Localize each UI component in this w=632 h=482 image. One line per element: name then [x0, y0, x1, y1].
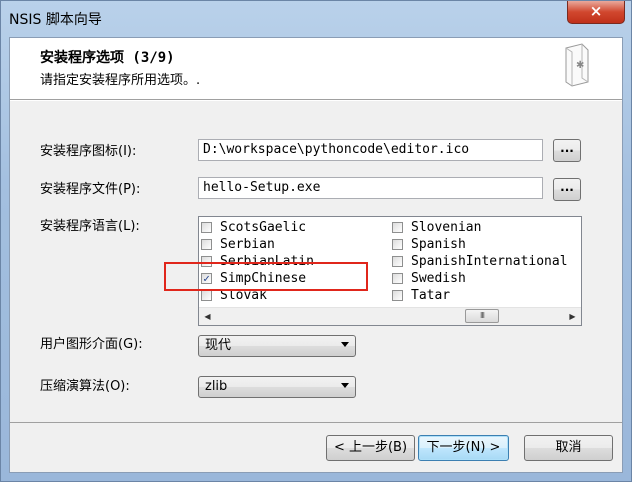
back-button[interactable]: < 上一步(B) — [326, 435, 415, 461]
cancel-button[interactable]: 取消 — [524, 435, 613, 461]
scroll-right-icon[interactable]: ▶ — [564, 308, 581, 325]
wizard-header: 安装程序选项 (3/9) 请指定安装程序所用选项。. ✱ — [10, 38, 622, 100]
horizontal-scrollbar[interactable]: ◀ III ▶ — [199, 307, 581, 325]
file-label: 安装程序文件(P): — [40, 182, 141, 197]
checkbox[interactable] — [201, 290, 212, 301]
selection-highlight-box — [164, 262, 368, 291]
svg-text:✱: ✱ — [576, 60, 584, 71]
window-title: NSIS 脚本向导 — [9, 12, 102, 28]
icon-label: 安装程序图标(I): — [40, 144, 137, 159]
installer-file-field[interactable]: hello-Setup.exe — [198, 177, 543, 199]
checkbox[interactable] — [392, 290, 403, 301]
wizard-window: NSIS 脚本向导 × 安装程序选项 (3/9) 请指定安装程序所用选项。. ✱… — [0, 0, 632, 482]
browse-file-button[interactable]: ... — [553, 178, 581, 201]
checkbox[interactable] — [201, 239, 212, 250]
chevron-down-icon — [341, 383, 349, 388]
installer-package-icon: ✱ — [565, 43, 589, 87]
scroll-thumb[interactable]: III — [465, 309, 499, 323]
checkbox[interactable] — [392, 273, 403, 284]
browse-icon-button[interactable]: ... — [553, 139, 581, 162]
page-title: 安装程序选项 (3/9) — [40, 50, 175, 66]
header-divider — [10, 100, 622, 101]
checkbox[interactable] — [392, 239, 403, 250]
language-label: 安装程序语言(L): — [40, 219, 140, 234]
compression-dropdown[interactable]: zlib — [198, 376, 356, 398]
close-button[interactable]: × — [567, 1, 625, 24]
compression-label: 压缩演算法(O): — [40, 379, 130, 394]
scroll-left-icon[interactable]: ◀ — [199, 308, 216, 325]
page-subtitle: 请指定安装程序所用选项。. — [40, 73, 201, 88]
chevron-down-icon — [341, 342, 349, 347]
checkbox[interactable] — [392, 222, 403, 233]
next-button[interactable]: 下一步(N) > — [418, 435, 509, 461]
title-bar[interactable]: NSIS 脚本向导 × — [1, 1, 631, 37]
checkbox[interactable] — [392, 256, 403, 267]
footer-divider — [10, 422, 622, 423]
wizard-page: 安装程序选项 (3/9) 请指定安装程序所用选项。. ✱ 安装程序图标(I): … — [9, 37, 623, 473]
checkbox[interactable] — [201, 222, 212, 233]
ui-style-dropdown[interactable]: 现代 — [198, 335, 356, 357]
ui-style-value: 现代 — [205, 338, 232, 353]
ui-label: 用户图形介面(G): — [40, 337, 143, 352]
compression-value: zlib — [205, 379, 228, 394]
icon-path-field[interactable]: D:\workspace\pythoncode\editor.ico — [198, 139, 543, 161]
